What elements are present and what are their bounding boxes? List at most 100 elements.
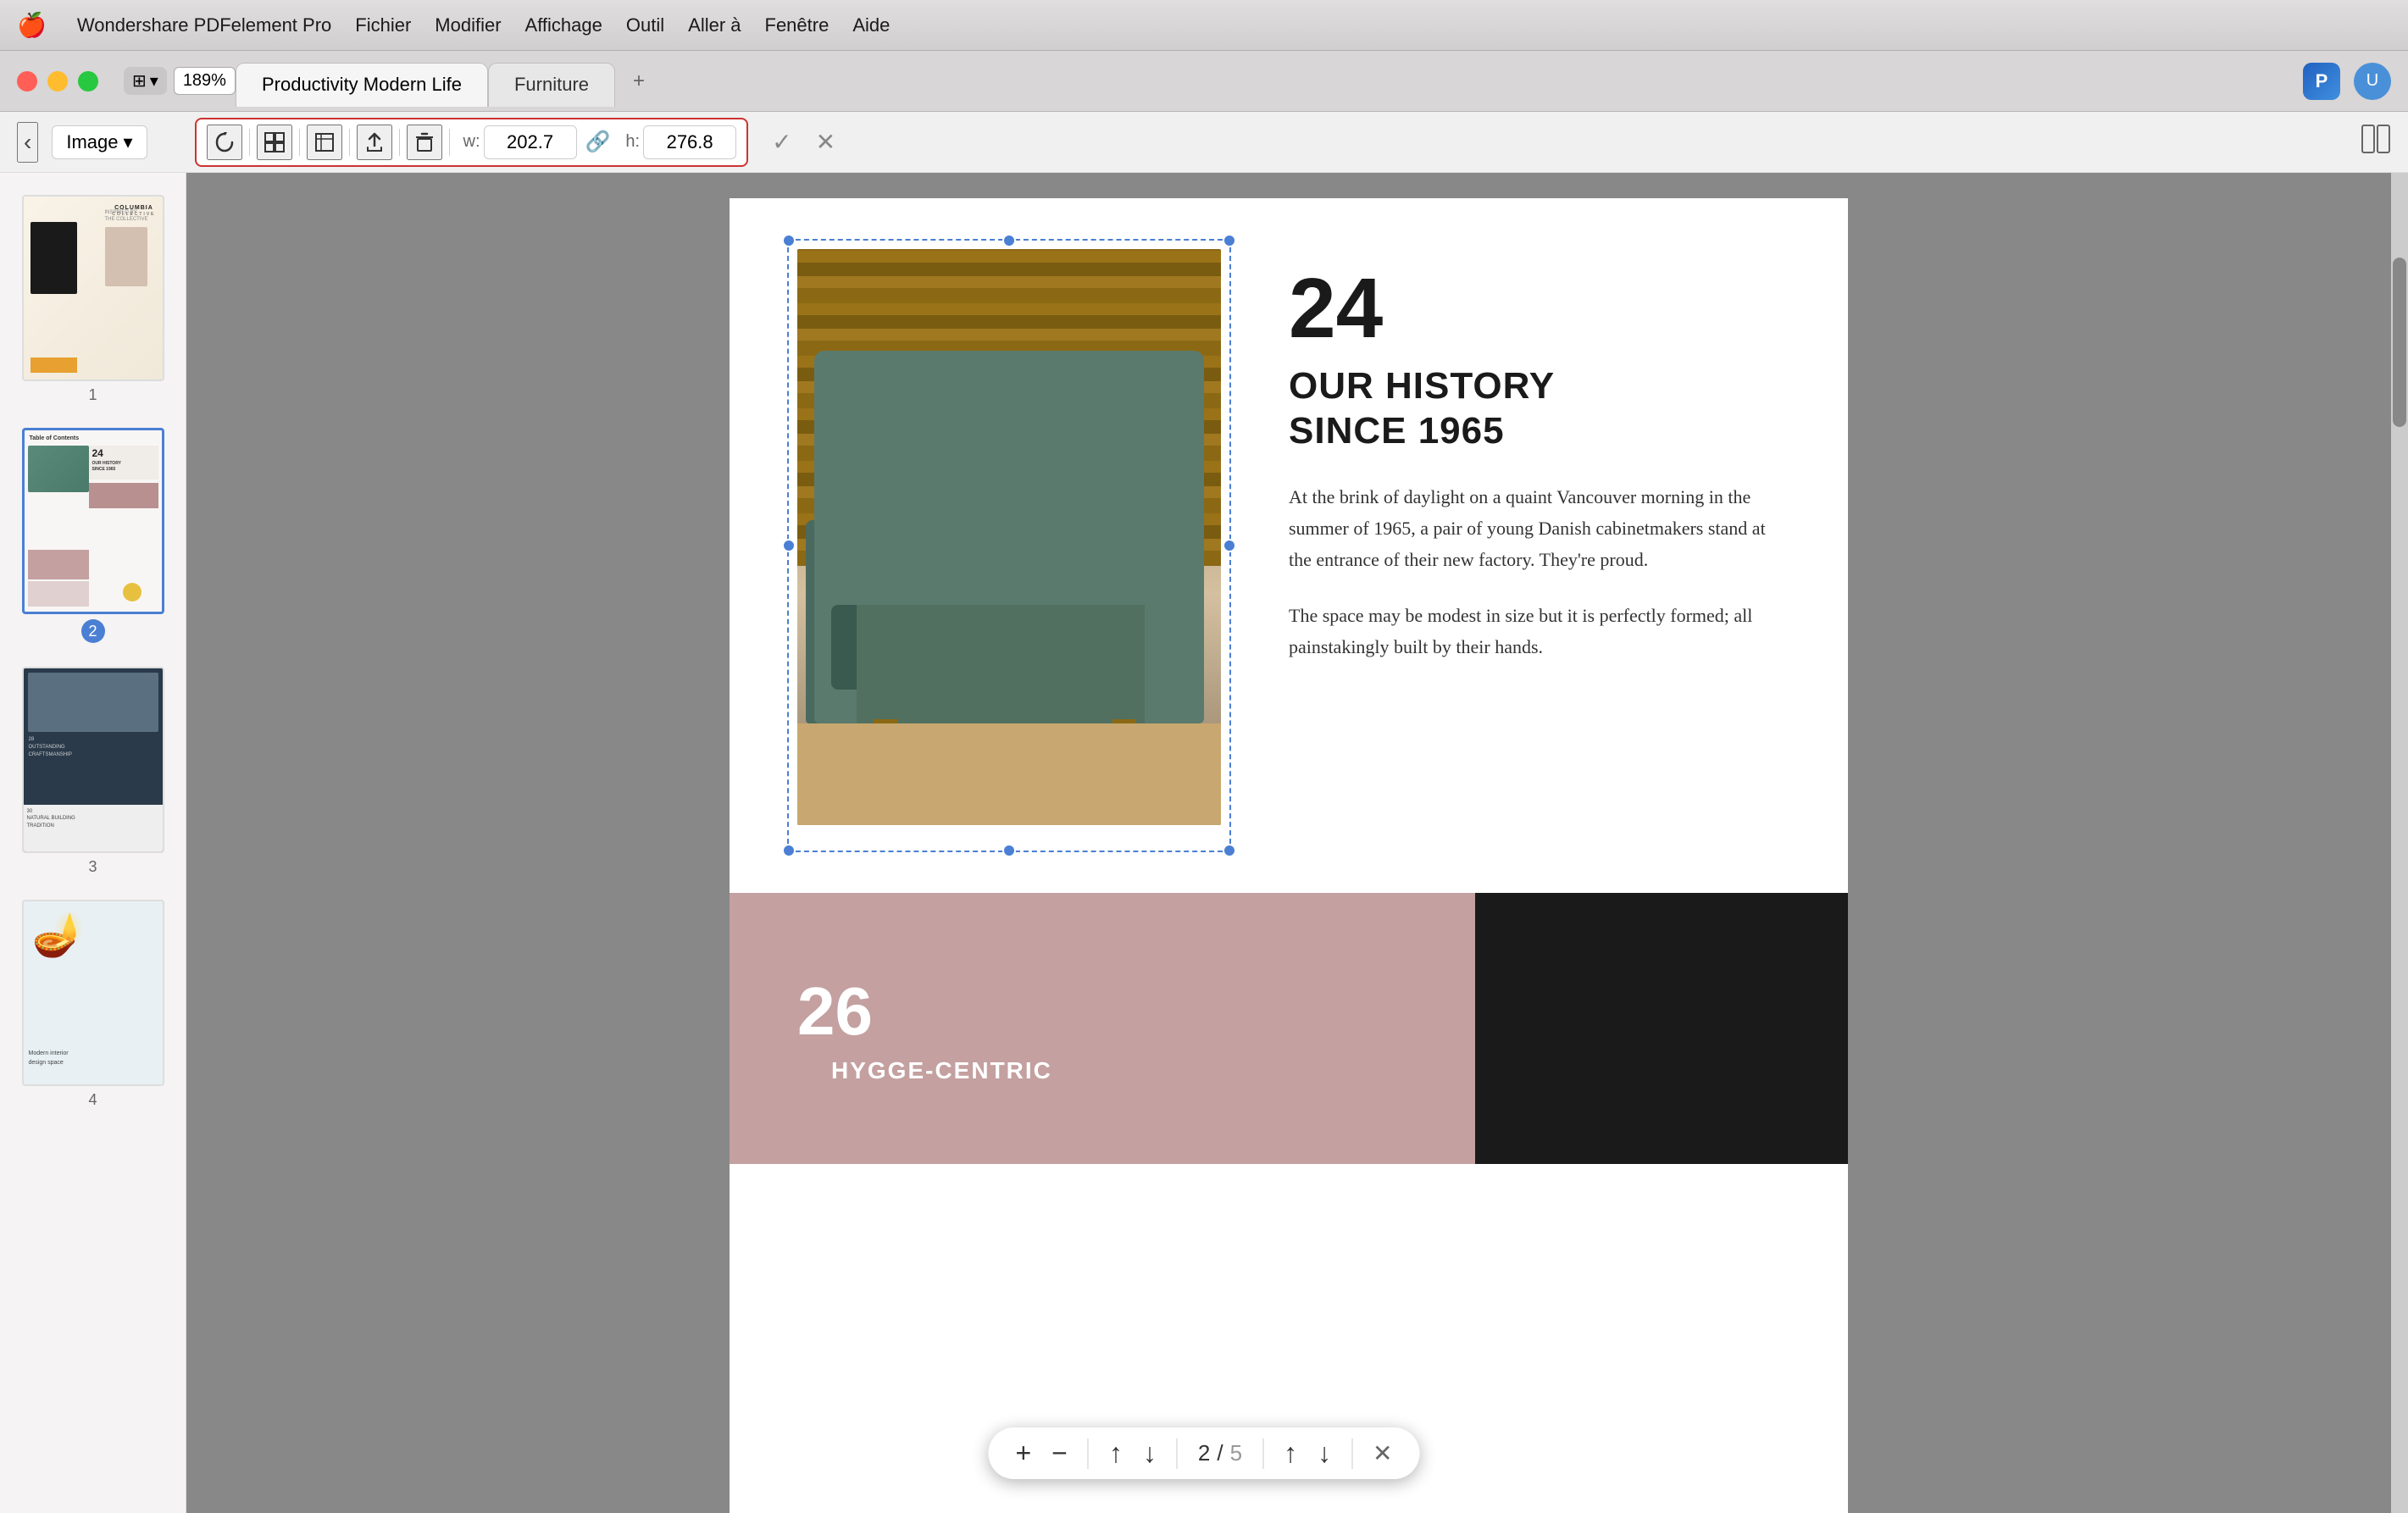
sidebar-page-3[interactable]: 28OUTSTANDINGCRAFTSMANSHIP 30NATURAL BUI…: [0, 658, 186, 884]
view-toggle[interactable]: ⊞ ▾: [124, 67, 167, 95]
page-2-thumbnail: Table of Contents 24 OUR HISTORYSINCE 19…: [22, 428, 164, 614]
menu-bar: 🍎 Wondershare PDFelement Pro Fichier Mod…: [0, 0, 2408, 51]
close-window-button[interactable]: [17, 71, 37, 91]
separator4: [399, 129, 400, 156]
sidebar-page-2[interactable]: Table of Contents 24 OUR HISTORYSINCE 19…: [0, 419, 186, 651]
page-separator: /: [1217, 1440, 1223, 1466]
sofa-floor: [797, 723, 1221, 825]
window-controls: [0, 71, 115, 91]
content-area[interactable]: 24 OUR HISTORY SINCE 1965 At the brink o…: [186, 173, 2391, 1513]
pdf-body-paragraph-2: The space may be modest in size but it i…: [1289, 600, 1780, 663]
image-type-label: Image: [66, 131, 118, 153]
zoom-selector[interactable]: 189%: [174, 67, 236, 95]
total-pages: 5: [1230, 1440, 1242, 1466]
zoom-out-button[interactable]: −: [1051, 1438, 1068, 1469]
link-dimensions-icon[interactable]: 🔗: [585, 130, 611, 154]
current-page: 2: [1198, 1440, 1210, 1466]
handle-bottom-left[interactable]: [782, 844, 796, 857]
tab-furniture-label: Furniture: [514, 74, 589, 96]
page-4-thumbnail: 🪔 Modern interiordesign space: [22, 900, 164, 1086]
sofa-image: [797, 249, 1221, 825]
maximize-window-button[interactable]: [78, 71, 98, 91]
scrollbar[interactable]: [2391, 173, 2408, 1513]
height-input[interactable]: [643, 125, 736, 159]
sofa-seat: [857, 605, 1145, 723]
nav-separator-2: [1177, 1438, 1178, 1469]
tab-furniture[interactable]: Furniture: [488, 63, 615, 107]
page-2-number: 2: [81, 619, 105, 643]
tab-right-icons: P U: [2303, 63, 2408, 100]
pdf-chapter-number: 24: [1289, 266, 1780, 351]
sidebar-page-4[interactable]: 🪔 Modern interiordesign space 4: [0, 891, 186, 1117]
apple-logo-icon[interactable]: 🍎: [17, 11, 47, 39]
page-3-number: 3: [88, 858, 97, 876]
image-container[interactable]: [797, 249, 1221, 842]
scrollbar-thumb[interactable]: [2393, 258, 2406, 427]
chevron-down-icon: ▾: [150, 70, 158, 91]
main-layout: COLUMBIA COLLECTIVE INSPIRED BYTHE COLLE…: [0, 173, 2408, 1513]
page-nav-bar: + − ↑ ↓ 2 / 5 ↑ ↓ ✕: [988, 1427, 1419, 1479]
pdf-pink-section: 26 HYGGE-CENTRIC: [730, 893, 1848, 1164]
back-button[interactable]: ‹: [17, 122, 38, 163]
handle-top-left[interactable]: [782, 234, 796, 247]
zoom-in-button[interactable]: +: [1015, 1438, 1031, 1469]
next-page-button[interactable]: ↓: [1318, 1438, 1331, 1469]
tab-bar: ⊞ ▾ 189% Productivity Modern Life Furnit…: [0, 51, 2408, 112]
crop-button[interactable]: [307, 125, 342, 160]
tab-productivity[interactable]: Productivity Modern Life: [236, 63, 488, 107]
page-info: 2 / 5: [1198, 1440, 1242, 1466]
menu-affichage[interactable]: Affichage: [525, 14, 602, 36]
pink-section-heading: HYGGE-CENTRIC: [831, 1057, 1052, 1084]
confirm-button[interactable]: ✓: [772, 128, 791, 156]
fit-page-up-button[interactable]: ↑: [1109, 1438, 1123, 1469]
page-3-thumbnail: 28OUTSTANDINGCRAFTSMANSHIP 30NATURAL BUI…: [22, 667, 164, 853]
delete-button[interactable]: [407, 125, 442, 160]
handle-bottom-center[interactable]: [1002, 844, 1016, 857]
separator5: [449, 129, 450, 156]
tab-productivity-label: Productivity Modern Life: [262, 74, 462, 96]
menu-outil[interactable]: Outil: [626, 14, 664, 36]
width-label: w:: [463, 132, 480, 152]
cancel-button[interactable]: ✕: [816, 128, 835, 156]
fit-page-down-button[interactable]: ↓: [1143, 1438, 1157, 1469]
page-4-number: 4: [88, 1091, 97, 1109]
minimize-window-button[interactable]: [47, 71, 68, 91]
nav-close-button[interactable]: ✕: [1373, 1439, 1392, 1467]
separator3: [349, 129, 350, 156]
sidebar-page-1[interactable]: COLUMBIA COLLECTIVE INSPIRED BYTHE COLLE…: [0, 186, 186, 413]
handle-bottom-right[interactable]: [1223, 844, 1236, 857]
menu-modifier[interactable]: Modifier: [435, 14, 501, 36]
menu-aide[interactable]: Aide: [852, 14, 890, 36]
handle-middle-right[interactable]: [1223, 539, 1236, 552]
user-avatar[interactable]: U: [2354, 63, 2391, 100]
nav-separator-1: [1088, 1438, 1089, 1469]
image-type-dropdown[interactable]: Image ▾: [52, 125, 147, 159]
app-icon: P: [2303, 63, 2340, 100]
menu-fenetre[interactable]: Fenêtre: [765, 14, 829, 36]
tab-add-button[interactable]: +: [622, 64, 656, 98]
width-input[interactable]: [484, 125, 577, 159]
sidebar: COLUMBIA COLLECTIVE INSPIRED BYTHE COLLE…: [0, 173, 186, 1513]
rotate-image-button[interactable]: [207, 125, 242, 160]
menu-aller-a[interactable]: Aller à: [688, 14, 741, 36]
separator: [249, 129, 250, 156]
image-actions-toolbar: w: 🔗 h:: [195, 118, 749, 167]
separator2: [299, 129, 300, 156]
share-button[interactable]: [357, 125, 392, 160]
prev-page-button[interactable]: ↑: [1284, 1438, 1297, 1469]
menu-app-name[interactable]: Wondershare PDFelement Pro: [77, 14, 331, 36]
handle-top-center[interactable]: [1002, 234, 1016, 247]
thumb-toc: Table of Contents: [30, 435, 80, 441]
pdf-top-section: 24 OUR HISTORY SINCE 1965 At the brink o…: [730, 198, 1848, 893]
split-view-button[interactable]: [2361, 124, 2391, 160]
pdf-chapter-heading: OUR HISTORY SINCE 1965: [1289, 364, 1780, 454]
multi-page-button[interactable]: [257, 125, 292, 160]
handle-top-right[interactable]: [1223, 234, 1236, 247]
grid-view-icon: ⊞: [132, 70, 147, 91]
page-1-number: 1: [88, 386, 97, 404]
nav-separator-4: [1351, 1438, 1352, 1469]
menu-fichier[interactable]: Fichier: [355, 14, 411, 36]
height-label: h:: [625, 132, 640, 152]
handle-middle-left[interactable]: [782, 539, 796, 552]
nav-separator-3: [1262, 1438, 1263, 1469]
